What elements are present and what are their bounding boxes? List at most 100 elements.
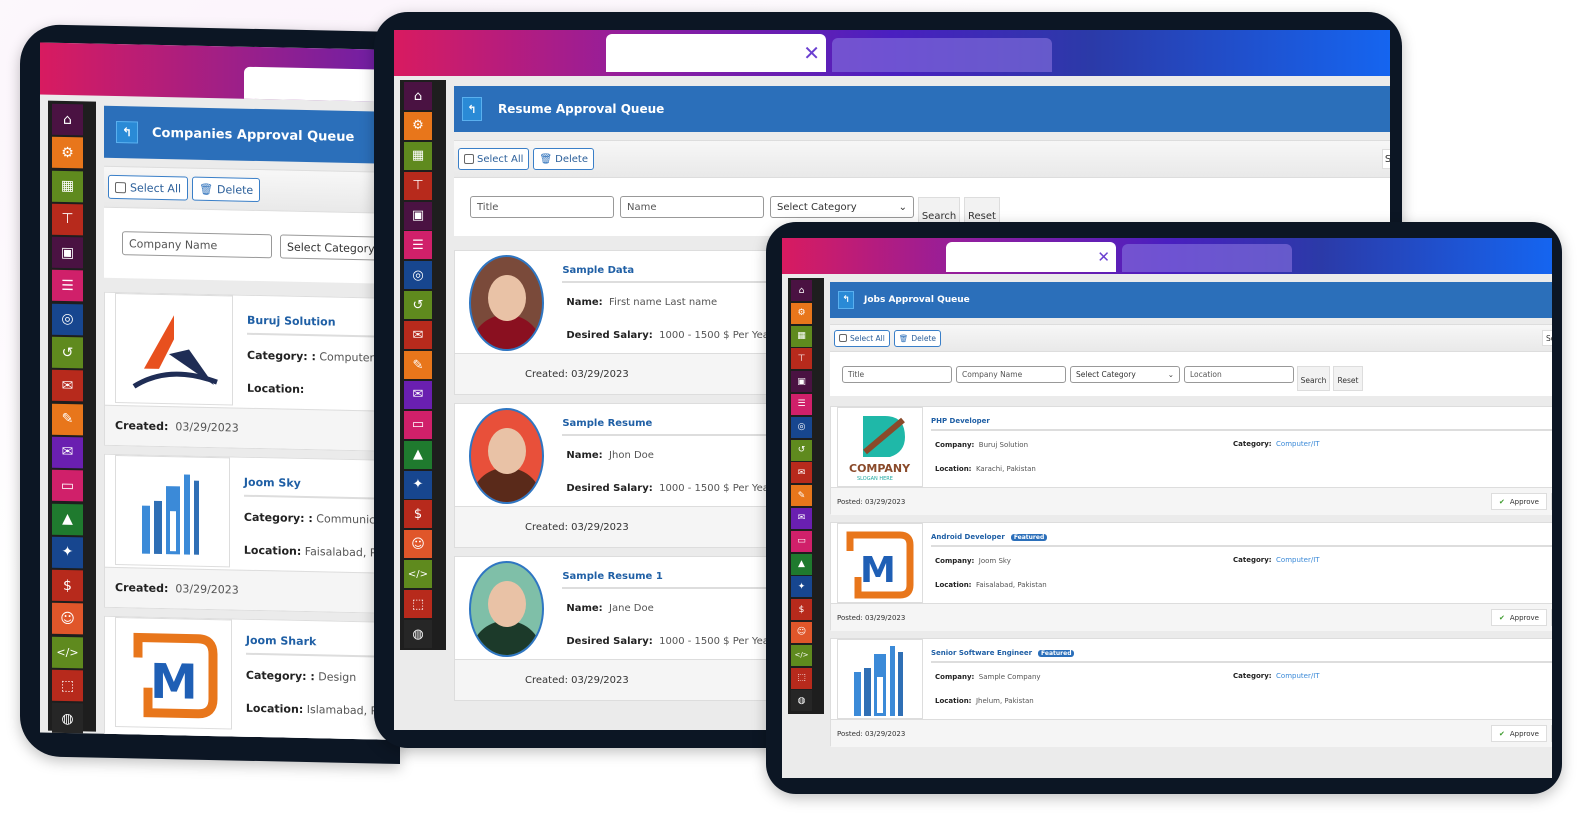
select-all-button[interactable]: Select All bbox=[458, 148, 530, 170]
approve-button[interactable]: ✔ Approve bbox=[1491, 725, 1547, 742]
company-name-input[interactable]: Company Name bbox=[956, 365, 1066, 383]
resumes-active-tab[interactable]: ✕ bbox=[606, 34, 826, 72]
back-button[interactable]: ↰ bbox=[462, 97, 482, 121]
sidebar-item-code[interactable]: </> bbox=[791, 644, 812, 666]
sidebar-item-coins[interactable]: ◎ bbox=[52, 303, 83, 336]
tab-close-icon[interactable]: ✕ bbox=[1097, 248, 1110, 266]
title-input[interactable]: Title bbox=[842, 365, 952, 383]
sidebar-item-tree[interactable]: ▲ bbox=[404, 440, 432, 469]
sidebar-item-history[interactable]: ↺ bbox=[52, 336, 83, 369]
sidebar-item-gear[interactable]: ⚙ bbox=[52, 136, 83, 169]
back-button[interactable]: ↰ bbox=[116, 121, 138, 144]
sidebar-item-home[interactable]: ⌂ bbox=[791, 280, 812, 301]
job-title-link[interactable]: Senior Software Engineer bbox=[931, 649, 1032, 657]
category-link[interactable]: Computer/IT bbox=[1276, 672, 1320, 680]
sidebar-item-inbox[interactable]: ⬚ bbox=[791, 667, 812, 689]
sidebar-item-history[interactable]: ↺ bbox=[404, 291, 432, 320]
sidebar-item-money[interactable]: ✉ bbox=[52, 370, 83, 402]
category-select[interactable]: Select Category bbox=[280, 234, 380, 261]
sidebar-item-users[interactable]: ☺ bbox=[404, 530, 432, 559]
category-link[interactable]: Computer/IT bbox=[1276, 556, 1320, 564]
search-button[interactable]: Search bbox=[1297, 365, 1330, 391]
sidebar-item-resume[interactable]: ☰ bbox=[791, 393, 812, 415]
sidebar-item-globe[interactable]: ◍ bbox=[404, 620, 432, 649]
name-input[interactable]: Name bbox=[620, 196, 764, 218]
sidebar-item-building[interactable]: ▦ bbox=[52, 170, 83, 202]
approve-button[interactable]: ✔ Approve bbox=[1491, 493, 1547, 510]
sidebar-item-tag[interactable]: ✦ bbox=[52, 536, 83, 569]
location-input[interactable]: Location bbox=[1184, 365, 1294, 383]
sidebar-item-inbox[interactable]: ⬚ bbox=[404, 590, 432, 619]
sidebar-item-money[interactable]: ✉ bbox=[791, 462, 812, 484]
sidebar-item-briefcase[interactable]: ▣ bbox=[791, 371, 812, 393]
job-title-link[interactable]: PHP Developer bbox=[931, 417, 990, 425]
delete-button[interactable]: 🗑 Delete bbox=[533, 148, 594, 170]
sidebar-item-building[interactable]: ▦ bbox=[404, 141, 432, 170]
sidebar-item-chat[interactable]: ✉ bbox=[52, 436, 83, 469]
reject-button[interactable]: ✖ bbox=[1551, 493, 1552, 510]
sidebar-item-money[interactable]: ✉ bbox=[404, 321, 432, 350]
delete-button[interactable]: 🗑 Delete bbox=[893, 329, 942, 347]
sidebar-item-folder[interactable]: ▭ bbox=[791, 530, 812, 552]
sidebar-item-home[interactable]: ⌂ bbox=[52, 103, 83, 136]
select-all-checkbox[interactable] bbox=[115, 181, 126, 193]
sidebar-item-coins[interactable]: ◎ bbox=[791, 416, 812, 438]
sidebar-item-dollar[interactable]: $ bbox=[404, 500, 432, 529]
tab-close-icon[interactable]: ✕ bbox=[803, 41, 820, 65]
sidebar-item-tag[interactable]: ✦ bbox=[404, 470, 432, 499]
resume-title-link[interactable]: Sample Resume bbox=[562, 418, 773, 436]
sidebar-item-briefcase[interactable]: ▣ bbox=[52, 236, 83, 269]
sidebar-item-tag[interactable]: ✦ bbox=[791, 576, 812, 598]
resume-title-link[interactable]: Sample Data bbox=[562, 265, 773, 283]
sidebar-item-report[interactable]: ✎ bbox=[52, 403, 83, 436]
sidebar-item-history[interactable]: ↺ bbox=[791, 439, 812, 461]
sidebar-item-dollar[interactable]: $ bbox=[791, 599, 812, 621]
sidebar-item-report[interactable]: ✎ bbox=[404, 351, 432, 380]
sidebar-item-code[interactable]: </> bbox=[52, 636, 83, 669]
sidebar-item-coins[interactable]: ◎ bbox=[404, 261, 432, 290]
job-title-link[interactable]: Android Developer bbox=[931, 533, 1005, 541]
category-select[interactable]: Select Category ⌄ bbox=[1070, 365, 1180, 383]
sidebar-item-hierarchy[interactable]: ⊤ bbox=[404, 171, 432, 200]
sidebar-item-users[interactable]: ☺ bbox=[52, 603, 83, 635]
select-all-checkbox[interactable] bbox=[464, 154, 474, 164]
sidebar-item-folder[interactable]: ▭ bbox=[52, 469, 83, 502]
sidebar-item-hierarchy[interactable]: ⊤ bbox=[791, 348, 812, 370]
resume-title-link[interactable]: Sample Resume 1 bbox=[562, 571, 773, 589]
sidebar-item-chat[interactable]: ✉ bbox=[404, 380, 432, 409]
sidebar-item-globe[interactable]: ◍ bbox=[52, 703, 83, 735]
category-link[interactable]: Computer/IT bbox=[1276, 440, 1320, 448]
sort-button[interactable]: S bbox=[1382, 149, 1390, 169]
sidebar-item-inbox[interactable]: ⬚ bbox=[52, 669, 83, 702]
select-all-button[interactable]: Select All bbox=[108, 174, 189, 201]
sidebar-item-folder[interactable]: ▭ bbox=[404, 410, 432, 439]
back-button[interactable]: ↰ bbox=[838, 291, 854, 309]
category-select[interactable]: Select Category ⌄ bbox=[770, 196, 914, 218]
sidebar-item-chat[interactable]: ✉ bbox=[791, 507, 812, 529]
sidebar-item-dollar[interactable]: $ bbox=[52, 569, 83, 602]
sidebar-item-home[interactable]: ⌂ bbox=[404, 82, 432, 110]
jobs-inactive-tab[interactable] bbox=[1122, 244, 1292, 272]
sidebar-item-code[interactable]: </> bbox=[404, 560, 432, 589]
sidebar-item-tree[interactable]: ▲ bbox=[791, 553, 812, 575]
sidebar-item-gear[interactable]: ⚙ bbox=[791, 302, 812, 324]
resumes-inactive-tab[interactable] bbox=[832, 38, 1052, 72]
sidebar-item-briefcase[interactable]: ▣ bbox=[404, 201, 432, 230]
sort-button[interactable]: Sor bbox=[1542, 330, 1552, 346]
jobs-active-tab[interactable]: ✕ bbox=[946, 242, 1116, 272]
sidebar-item-users[interactable]: ☺ bbox=[791, 621, 812, 643]
sidebar-item-hierarchy[interactable]: ⊤ bbox=[52, 203, 83, 236]
sidebar-item-report[interactable]: ✎ bbox=[791, 485, 812, 507]
reject-button[interactable]: ✖ bbox=[1551, 609, 1552, 626]
reject-button[interactable]: ✖ bbox=[1551, 725, 1552, 742]
sidebar-item-globe[interactable]: ◍ bbox=[791, 690, 812, 712]
title-input[interactable]: Title bbox=[470, 196, 614, 218]
sidebar-item-tree[interactable]: ▲ bbox=[52, 503, 83, 535]
reset-button[interactable]: Reset bbox=[1333, 365, 1363, 391]
sidebar-item-gear[interactable]: ⚙ bbox=[404, 111, 432, 140]
company-name-input[interactable]: Company Name bbox=[122, 231, 272, 259]
sidebar-item-resume[interactable]: ☰ bbox=[52, 270, 83, 302]
select-all-button[interactable]: Select All bbox=[834, 329, 890, 347]
delete-button[interactable]: 🗑 Delete bbox=[192, 176, 261, 203]
sidebar-item-resume[interactable]: ☰ bbox=[404, 231, 432, 260]
